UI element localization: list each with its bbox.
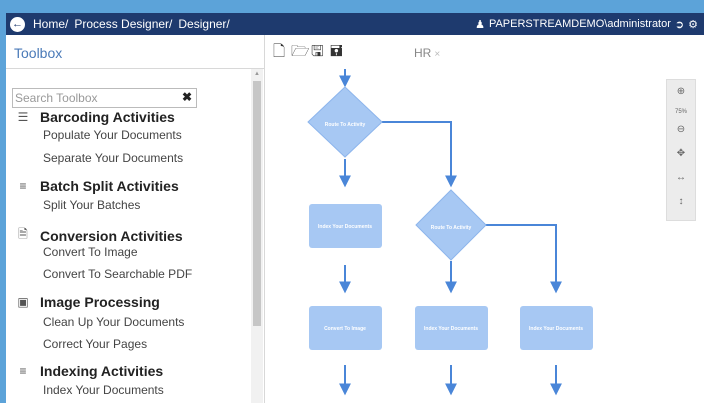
toolbox-item-separate-documents[interactable]: Separate Your Documents [43, 151, 183, 165]
zoom-in-icon[interactable]: ⊕ [667, 86, 695, 97]
toolbox-scrollbar[interactable]: ▲ [251, 69, 263, 403]
category-conversion[interactable]: 🗎 Conversion Activities [14, 225, 183, 246]
zoom-level: 75% [674, 109, 687, 115]
menu-lines-icon: ≡ [19, 179, 27, 193]
clear-search-icon[interactable]: ✖ [182, 90, 192, 104]
toolbox-search-input[interactable] [13, 90, 165, 106]
document-icon: 🗎 [18, 227, 28, 241]
index-documents-node[interactable]: Index Your Documents [415, 306, 488, 350]
fit-height-icon[interactable]: ↕ [667, 196, 695, 207]
route-to-activity-node[interactable]: Route To Activity [415, 189, 487, 261]
category-label: Image Processing [40, 294, 160, 310]
toolbox-title: Toolbox [14, 45, 63, 61]
convert-to-image-node[interactable]: Convert To Image [309, 306, 382, 350]
category-batch-split[interactable]: ≡ Batch Split Activities [14, 178, 179, 194]
barcode-icon: ☰ [17, 110, 29, 124]
toolbox-item-split-batches[interactable]: Split Your Batches [43, 198, 140, 212]
category-label: Conversion Activities [40, 227, 183, 244]
menu-lines-icon: ≡ [19, 364, 27, 378]
category-image-processing[interactable]: ▣ Image Processing [14, 294, 160, 310]
toolbox-divider [6, 68, 264, 69]
user-name[interactable]: PAPERSTREAMDEMO\administrator [489, 18, 671, 30]
breadcrumb-home[interactable]: Home/ [33, 17, 68, 31]
window-frame: ← Home/ Process Designer/ Designer/ ♟ PA… [0, 0, 704, 403]
scrollbar-thumb[interactable] [253, 81, 261, 326]
toolbox-panel: Toolbox ✖ ☰ Barcoding Activities Populat… [6, 35, 265, 403]
breadcrumb-process-designer[interactable]: Process Designer/ [74, 17, 172, 31]
connector-line [382, 121, 457, 188]
scroll-up-arrow-icon[interactable]: ▲ [254, 71, 260, 77]
main-area: Toolbox ✖ ☰ Barcoding Activities Populat… [6, 35, 704, 403]
node-label: Index Your Documents [529, 326, 583, 332]
node-label: Index Your Documents [424, 326, 478, 332]
user-icon: ♟ [475, 18, 485, 31]
pan-icon[interactable]: ✥ [667, 148, 695, 159]
index-documents-node[interactable]: Index Your Documents [309, 204, 382, 248]
node-label: Route To Activity [325, 122, 366, 128]
route-to-activity-node[interactable]: Route To Activity [307, 86, 383, 158]
category-indexing[interactable]: ≡ Indexing Activities [14, 363, 163, 379]
node-label: Route To Activity [431, 225, 472, 231]
workflow-diagram: Route To Activity Index Your Documents R… [307, 69, 593, 396]
user-area: ♟ PAPERSTREAMDEMO\administrator ➲ ⚙ [475, 13, 698, 35]
index-documents-node[interactable]: Index Your Documents [520, 306, 593, 350]
image-icon: ▣ [17, 295, 29, 309]
node-label: Index Your Documents [318, 224, 372, 230]
back-arrow-icon[interactable]: ← [10, 16, 25, 32]
fit-width-icon[interactable]: ↔ [667, 172, 695, 183]
node-label: Convert To Image [324, 326, 366, 332]
designer-canvas[interactable]: 🗋 🗁 🖫 🖬 HR × Route To Activity Index You… [265, 35, 704, 403]
toolbox-item-index-documents[interactable]: Index Your Documents [43, 383, 164, 397]
toolbox-item-convert-to-searchable-pdf[interactable]: Convert To Searchable PDF [43, 267, 192, 281]
toolbox-item-correct-pages[interactable]: Correct Your Pages [43, 337, 147, 351]
category-label: Indexing Activities [40, 363, 164, 379]
toolbox-item-populate-documents[interactable]: Populate Your Documents [43, 128, 182, 142]
breadcrumb-designer[interactable]: Designer/ [178, 17, 229, 31]
category-label: Barcoding Activities [40, 109, 175, 125]
toolbox-search: ✖ [12, 88, 197, 108]
connector-line [485, 224, 562, 294]
top-navigation-bar: ← Home/ Process Designer/ Designer/ ♟ PA… [6, 13, 704, 35]
category-barcoding[interactable]: ☰ Barcoding Activities [14, 109, 175, 125]
zoom-out-icon[interactable]: ⊖ [667, 124, 695, 135]
category-label: Batch Split Activities [40, 178, 179, 194]
toolbox-item-clean-up-documents[interactable]: Clean Up Your Documents [43, 315, 184, 329]
toolbox-item-convert-to-image[interactable]: Convert To Image [43, 245, 138, 259]
logout-icon[interactable]: ➲ [675, 18, 684, 31]
settings-gear-icon[interactable]: ⚙ [688, 18, 698, 31]
zoom-controls: ⊕ 75% ⊖ ✥ ↔ ↕ [666, 79, 696, 221]
